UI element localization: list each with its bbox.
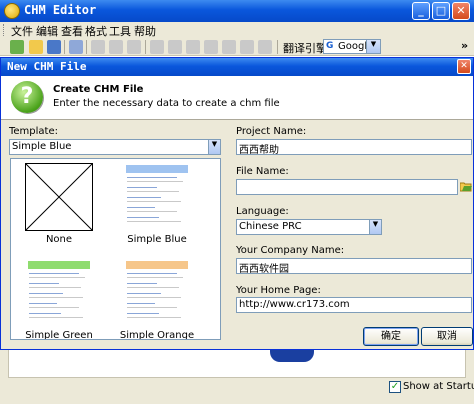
template-select[interactable]: Simple Blue ▼ [9, 139, 221, 155]
file-name-label: File Name: [236, 166, 289, 177]
company-name-label: Your Company Name: [236, 245, 345, 256]
chevron-down-icon[interactable]: ▼ [208, 140, 220, 154]
dialog-header-title: Create CHM File [53, 84, 144, 95]
forward-icon[interactable] [109, 40, 123, 54]
template-item-none[interactable]: None [17, 163, 107, 253]
chevron-down-icon[interactable]: ▼ [366, 40, 380, 53]
show-at-startup-label[interactable]: Show at Startup [403, 381, 474, 392]
open-folder-icon[interactable] [29, 40, 43, 54]
toolbar-overflow-button[interactable]: » [461, 39, 468, 52]
translate-engine-select[interactable]: G Google ▼ [323, 39, 381, 54]
chevron-down-icon[interactable]: ▼ [369, 220, 381, 234]
template-list[interactable]: None Simple Blue Simple Green Simple Ora… [10, 158, 221, 340]
dialog-close-button[interactable]: ✕ [457, 59, 471, 74]
file-name-input[interactable] [236, 179, 458, 195]
template-item-simple-orange[interactable]: Simple Orange [115, 259, 205, 340]
toolbar-separator [145, 40, 146, 54]
outdent-icon[interactable] [240, 40, 254, 54]
thumb-header-bar [28, 261, 90, 269]
minimize-button[interactable]: _ [412, 2, 430, 20]
home-page-input[interactable]: http://www.cr173.com [236, 297, 472, 313]
toolbar-separator [277, 40, 278, 54]
language-select-value: Chinese PRC [239, 221, 302, 232]
template-thumb-simple-green [25, 259, 93, 327]
template-name: Simple Blue [127, 234, 187, 245]
back-icon[interactable] [91, 40, 105, 54]
template-label: Template: [9, 126, 58, 137]
template-name: Simple Orange [119, 330, 195, 340]
add-topic-icon[interactable] [150, 40, 164, 54]
project-name-label: Project Name: [236, 126, 307, 137]
template-name: Simple Green [25, 330, 93, 340]
company-name-input[interactable]: 西西软件园 [236, 258, 472, 274]
template-thumb-simple-blue [123, 163, 191, 231]
refresh-icon[interactable] [127, 40, 141, 54]
dialog-title: New CHM File [7, 60, 87, 73]
google-icon: G [326, 41, 334, 51]
menu-tools[interactable]: 工具 [109, 23, 131, 39]
properties-icon[interactable] [258, 40, 272, 54]
indent-icon[interactable] [222, 40, 236, 54]
cancel-button[interactable]: 取消 [421, 327, 473, 346]
menu-gripper[interactable] [3, 24, 6, 36]
app-titlebar[interactable]: CHM Editor _ □ ✕ [0, 0, 474, 22]
start-logo [270, 350, 314, 362]
dialog-header-subtitle: Enter the necessary data to create a chm… [53, 98, 280, 109]
template-thumb-simple-orange [123, 259, 191, 327]
browse-folder-icon[interactable] [459, 181, 472, 192]
app-logo-icon [4, 3, 20, 19]
move-down-icon[interactable] [204, 40, 218, 54]
move-up-icon[interactable] [186, 40, 200, 54]
menu-file[interactable]: 文件 [11, 23, 33, 39]
menu-format[interactable]: 格式 [85, 23, 107, 39]
project-name-input[interactable]: 西西帮助 [236, 139, 472, 155]
show-at-startup-checkbox[interactable]: ✓ [389, 381, 401, 393]
template-item-simple-blue[interactable]: Simple Blue [115, 163, 205, 253]
close-button[interactable]: ✕ [452, 2, 470, 20]
start-panel-content [8, 350, 466, 378]
menu-bar: 文件 编辑 查看 格式 工具 帮助 [0, 22, 474, 38]
thumb-header-bar [126, 165, 188, 173]
home-page-label: Your Home Page: [236, 285, 321, 296]
language-label: Language: [236, 206, 289, 217]
toolbar: 翻译引擎 G Google ▼ » [0, 38, 474, 56]
template-thumb-none [25, 163, 93, 231]
thumb-header-bar [126, 261, 188, 269]
menu-help[interactable]: 帮助 [134, 23, 156, 39]
app-title: CHM Editor [24, 3, 97, 17]
template-item-simple-green[interactable]: Simple Green [17, 259, 107, 340]
maximize-button[interactable]: □ [432, 2, 450, 20]
dialog-titlebar[interactable]: New CHM File ✕ [1, 58, 473, 76]
save-icon[interactable] [47, 40, 61, 54]
menu-view[interactable]: 查看 [61, 23, 83, 39]
translate-engine-label: 翻译引擎 [283, 42, 327, 55]
help-icon: ? [11, 81, 43, 113]
template-name: None [45, 234, 73, 245]
menu-edit[interactable]: 编辑 [36, 23, 58, 39]
dialog-header: ? Create CHM File Enter the necessary da… [1, 76, 473, 120]
new-file-icon[interactable] [10, 40, 24, 54]
ok-button[interactable]: 确定 [363, 327, 419, 346]
new-chm-dialog: New CHM File ✕ ? Create CHM File Enter t… [0, 57, 474, 350]
remove-topic-icon[interactable] [168, 40, 182, 54]
toolbar-separator [86, 40, 87, 54]
language-select[interactable]: Chinese PRC ▼ [236, 219, 382, 235]
compile-icon[interactable] [69, 40, 83, 54]
template-select-value: Simple Blue [12, 141, 72, 152]
toolbar-separator [64, 40, 65, 54]
